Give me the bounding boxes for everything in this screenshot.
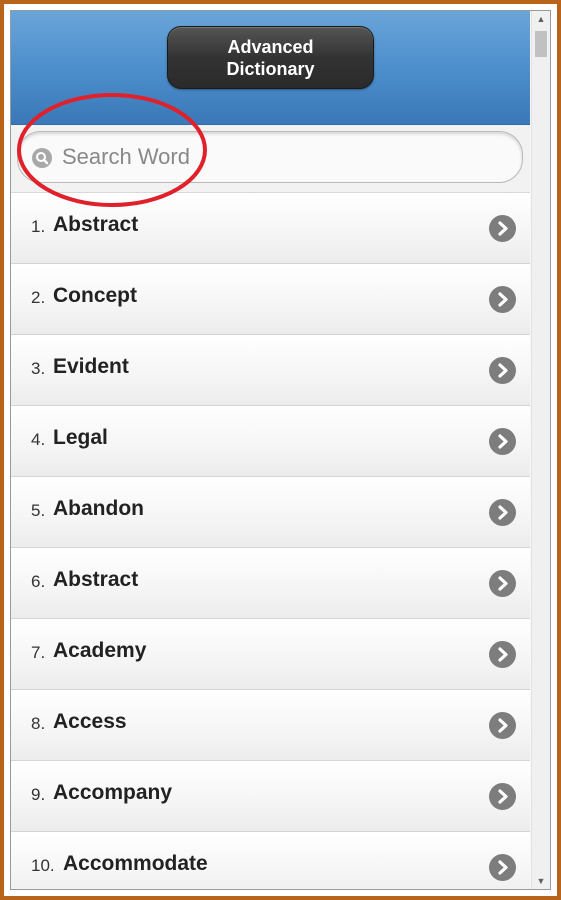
- list-item[interactable]: 2. Concept: [11, 264, 530, 335]
- list-item[interactable]: 6. Abstract: [11, 548, 530, 619]
- app-header: Advanced Dictionary: [11, 11, 530, 125]
- list-item[interactable]: 9. Accompany: [11, 761, 530, 832]
- chevron-right-icon: [489, 499, 516, 526]
- list-item-number: 3.: [31, 359, 46, 378]
- list-item-number: 10.: [31, 856, 55, 875]
- word-list: 1. Abstract 2. Concept 3. Evident 4. Legal 5. Aba…: [11, 193, 530, 889]
- chevron-right-icon: [489, 570, 516, 597]
- list-item-number: 4.: [31, 430, 46, 449]
- chevron-right-icon: [489, 641, 516, 668]
- list-item-number: 9.: [31, 785, 46, 804]
- list-item-word: Accompany: [53, 781, 173, 804]
- search-field[interactable]: [17, 131, 523, 183]
- list-item-word: Academy: [53, 639, 147, 662]
- list-item-number: 1.: [31, 217, 46, 236]
- list-item-number: 5.: [31, 501, 46, 520]
- search-bar: [11, 125, 530, 193]
- list-item-word: Access: [53, 710, 127, 733]
- chevron-right-icon: [489, 854, 516, 881]
- search-icon: [32, 148, 52, 168]
- chevron-right-icon: [489, 357, 516, 384]
- scroll-up-arrow-icon[interactable]: ▲: [532, 11, 550, 27]
- list-item[interactable]: 10. Accommodate: [11, 832, 530, 889]
- list-item[interactable]: 7. Academy: [11, 619, 530, 690]
- app-title-button[interactable]: Advanced Dictionary: [167, 26, 374, 89]
- list-item-word: Concept: [53, 284, 137, 307]
- window-frame: Advanced Dictionary 1. Abstract 2. Concept 3…: [0, 0, 561, 900]
- list-item[interactable]: 1. Abstract: [11, 193, 530, 264]
- list-item[interactable]: 3. Evident: [11, 335, 530, 406]
- list-item-number: 6.: [31, 572, 46, 591]
- chevron-right-icon: [489, 783, 516, 810]
- chevron-right-icon: [489, 215, 516, 242]
- list-item-word: Accommodate: [63, 852, 208, 875]
- chevron-right-icon: [489, 428, 516, 455]
- scroll-down-arrow-icon[interactable]: ▼: [532, 873, 550, 889]
- search-input[interactable]: [62, 140, 502, 174]
- list-item-word: Legal: [53, 426, 108, 449]
- list-item-number: 8.: [31, 714, 46, 733]
- list-item-number: 2.: [31, 288, 46, 307]
- list-item-number: 7.: [31, 643, 46, 662]
- list-item-word: Abstract: [53, 568, 139, 591]
- chevron-right-icon: [489, 286, 516, 313]
- list-item-word: Abstract: [53, 213, 139, 236]
- chevron-right-icon: [489, 712, 516, 739]
- vertical-scrollbar[interactable]: ▲ ▼: [531, 11, 550, 889]
- app-viewport: Advanced Dictionary 1. Abstract 2. Concept 3…: [10, 10, 551, 890]
- scroll-thumb[interactable]: [535, 31, 547, 57]
- list-item[interactable]: 8. Access: [11, 690, 530, 761]
- list-item[interactable]: 4. Legal: [11, 406, 530, 477]
- list-item-word: Evident: [53, 355, 129, 378]
- list-item[interactable]: 5. Abandon: [11, 477, 530, 548]
- list-item-word: Abandon: [53, 497, 144, 520]
